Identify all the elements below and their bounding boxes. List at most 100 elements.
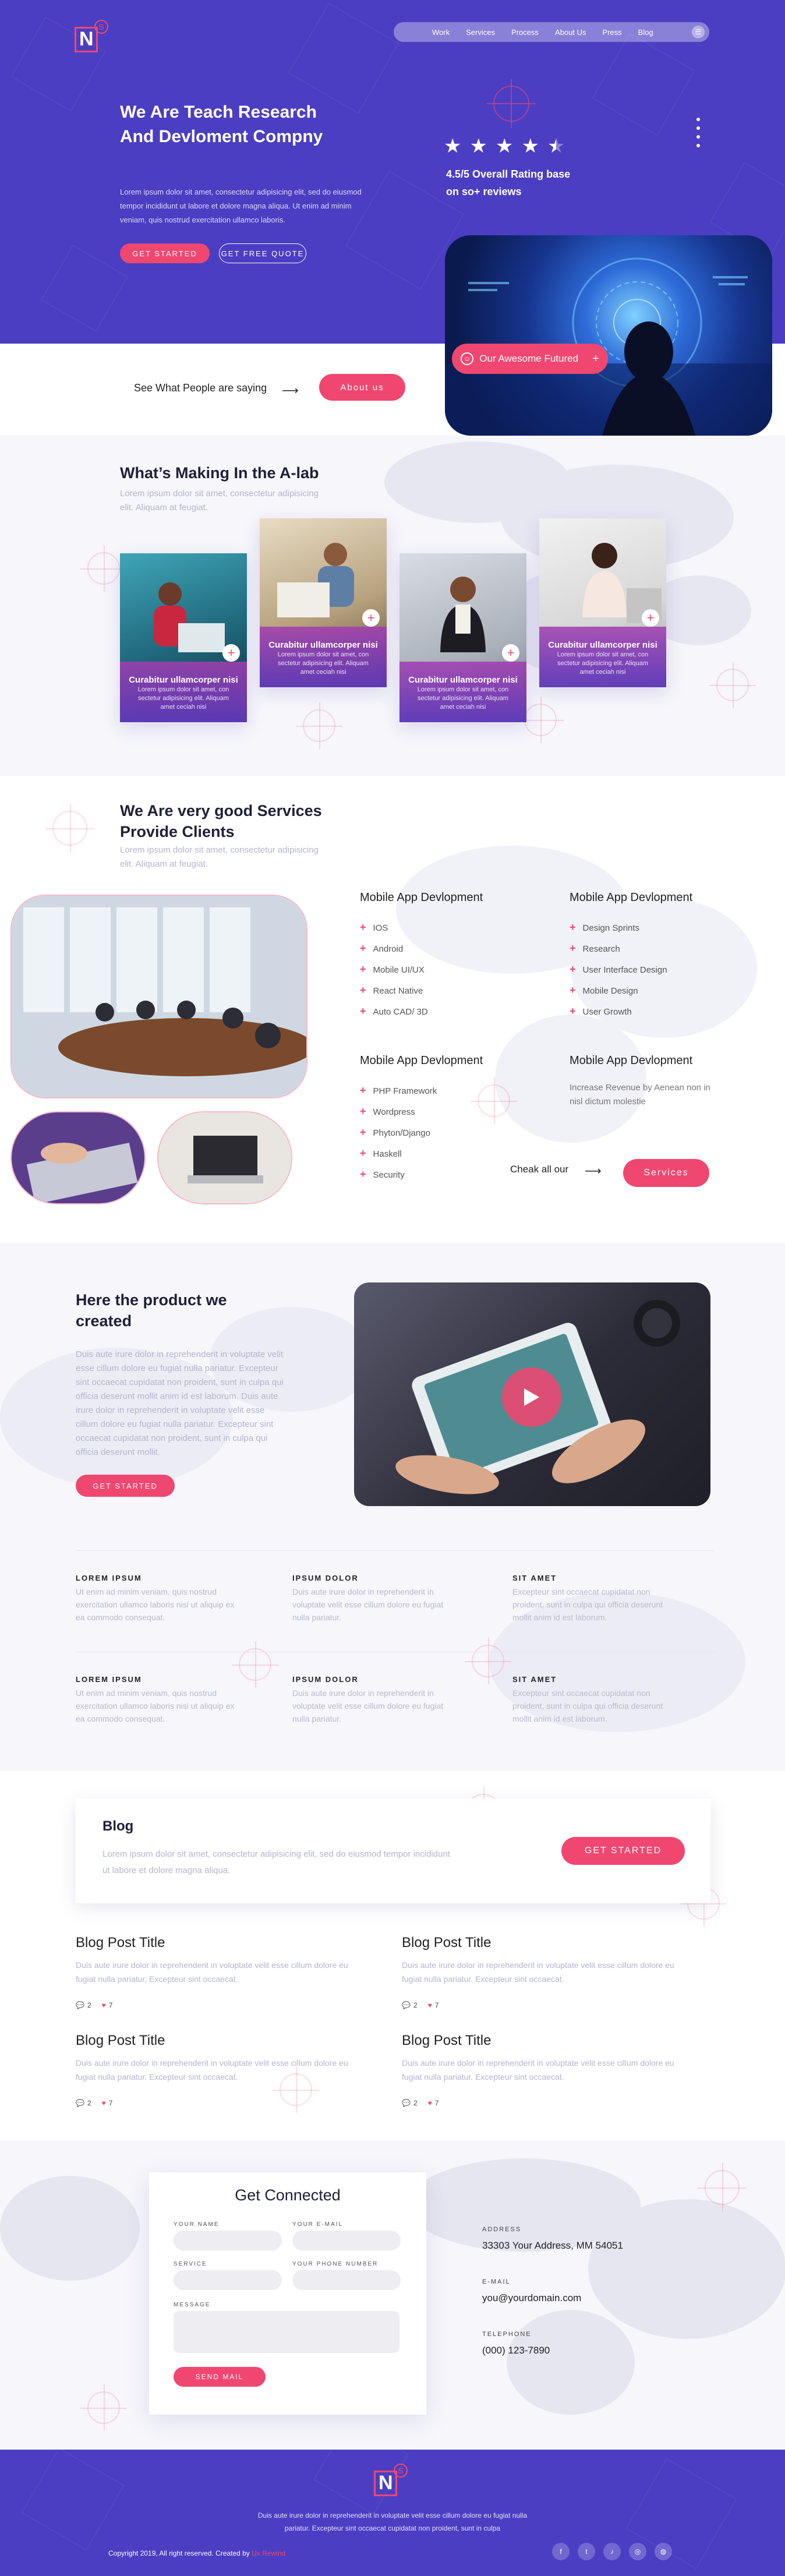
play-icon[interactable] xyxy=(502,1367,561,1427)
card-description: Lorem ipsum dolor sit amet, con sectetur… xyxy=(557,651,649,676)
name-field[interactable] xyxy=(174,2231,282,2250)
plus-icon: + xyxy=(360,1147,366,1159)
blog-post-title[interactable]: Blog Post Title xyxy=(402,1935,491,1951)
feature-label: LOREM IPSUM xyxy=(76,1574,142,1582)
blog-post-title[interactable]: Blog Post Title xyxy=(402,2033,491,2049)
plus-icon: + xyxy=(360,1105,366,1117)
comment-icon: 💬 xyxy=(402,2001,411,2009)
service-column-title: Mobile App Devlopment xyxy=(570,1054,693,1067)
crosshair-decoration xyxy=(465,1638,511,1684)
nav-link-work[interactable]: Work xyxy=(432,28,450,37)
main-nav: Work Services Process About Us Press Blo… xyxy=(394,22,709,42)
plus-icon: + xyxy=(570,921,576,933)
get-started-button[interactable]: Get Started xyxy=(561,1837,685,1865)
lab-card[interactable]: + Curabitur ullamcorper nisi Lorem ipsum… xyxy=(260,518,387,687)
instagram-icon[interactable]: ◎ xyxy=(629,2543,646,2560)
nav-link-process[interactable]: Process xyxy=(511,28,539,37)
phone-field[interactable] xyxy=(292,2270,401,2290)
service-item: + Mobile Design xyxy=(570,984,638,996)
lab-card[interactable]: + Curabitur ullamcorper nisi Lorem ipsum… xyxy=(539,518,666,687)
star-icon: ★ xyxy=(469,135,487,157)
message-field[interactable] xyxy=(174,2311,399,2353)
arrow-right-icon: ⟶ xyxy=(282,384,299,397)
plus-icon[interactable]: + xyxy=(222,644,240,662)
nav-link-blog[interactable]: Blog xyxy=(638,28,653,37)
email-value[interactable]: you@yourdomain.com xyxy=(482,2292,581,2304)
phone-value[interactable]: (000) 123-7890 xyxy=(482,2345,550,2356)
dribbble-icon[interactable]: ◍ xyxy=(655,2543,672,2560)
lab-card[interactable]: + Curabitur ullamcorper nisi Lorem ipsum… xyxy=(399,553,526,722)
slider-dots[interactable] xyxy=(696,118,700,147)
plus-icon[interactable]: + xyxy=(642,609,659,627)
hex-decoration xyxy=(592,33,695,136)
laptop-typing-image xyxy=(10,1111,146,1204)
blog-post-title[interactable]: Blog Post Title xyxy=(76,1935,165,1951)
phone-label: TELEPHONE xyxy=(482,2331,532,2338)
get-free-quote-button[interactable]: Get Free Quote xyxy=(219,243,306,263)
blog-post-description: Duis aute irure dolor in reprehenderit i… xyxy=(76,2058,348,2082)
copyright-text: Copyright 2019, All right reserved. Crea… xyxy=(108,2549,250,2557)
star-icon: ★ xyxy=(521,135,539,157)
feature-text: Ut enim ad minim veniam, quis nostrud ex… xyxy=(76,1587,235,1622)
contact-title: Get Connected xyxy=(235,2186,341,2204)
card-title: Curabitur ullamcorper nisi xyxy=(268,640,378,650)
plus-icon: + xyxy=(360,1126,366,1138)
feature-label: IPSUM DOLOR xyxy=(292,1574,359,1582)
nav-link-about-us[interactable]: About Us xyxy=(555,28,586,37)
crosshair-decoration xyxy=(483,76,539,132)
heart-icon: ♥ xyxy=(101,2001,106,2009)
plus-icon[interactable]: + xyxy=(502,644,519,662)
services-title: We Are very good Services Provide Client… xyxy=(120,802,322,840)
field-label: SERVICE xyxy=(174,2261,207,2267)
service-column-title: Mobile App Devlopment xyxy=(570,891,693,904)
service-item: + Security xyxy=(360,1168,405,1180)
plus-icon: + xyxy=(570,963,576,975)
creator-link[interactable]: Ux Rewind xyxy=(252,2549,285,2557)
blog-post-description: Duis aute irure dolor in reprehenderit i… xyxy=(402,2058,674,2082)
nav-link-services[interactable]: Services xyxy=(466,28,495,37)
get-started-button[interactable]: Get Started xyxy=(76,1475,175,1497)
services-button[interactable]: Services xyxy=(623,1159,709,1187)
our-awesome-futured-button[interactable]: ☺ Our Awesome Futured + xyxy=(452,344,608,374)
send-mail-button[interactable]: Send Mail xyxy=(174,2367,266,2387)
feature-label: SIT AMET xyxy=(512,1574,557,1582)
twitter-icon[interactable]: t xyxy=(578,2543,595,2560)
plus-icon: + xyxy=(360,984,366,996)
logo[interactable]: N S xyxy=(75,20,112,57)
crosshair-decoration xyxy=(80,545,127,592)
plus-icon[interactable]: + xyxy=(362,609,380,627)
service-field[interactable] xyxy=(174,2270,282,2290)
footer-description: Duis aute irure dolor in reprehenderit i… xyxy=(257,2511,528,2532)
futured-label: Our Awesome Futured xyxy=(479,353,579,364)
card-description: Lorem ipsum dolor sit amet, con sectetur… xyxy=(137,686,229,711)
service-item: + Phyton/Django xyxy=(360,1126,430,1138)
menu-icon[interactable]: ☰ xyxy=(692,26,705,38)
logo-badge: S xyxy=(94,20,108,34)
feature-text: Duis aute irure dolor in reprehenderit i… xyxy=(292,1587,444,1622)
plus-icon: + xyxy=(360,1005,366,1017)
feature-text: Duis aute irure dolor in reprehenderit i… xyxy=(292,1688,444,1723)
plus-icon: + xyxy=(570,984,576,996)
field-label: YOUR NAME xyxy=(174,2221,220,2228)
blog-post-title[interactable]: Blog Post Title xyxy=(76,2033,165,2049)
comment-count: 💬 2 xyxy=(76,2099,91,2107)
lab-description: Lorem ipsum dolor sit amet, consectetur … xyxy=(120,489,319,513)
blog-post-description: Duis aute irure dolor in reprehenderit i… xyxy=(76,1960,348,1984)
lab-card[interactable]: + Curabitur ullamcorper nisi Lorem ipsum… xyxy=(120,553,247,722)
card-description: Lorem ipsum dolor sit amet, con sectetur… xyxy=(277,651,369,676)
product-description: Duis aute irure dolor in reprehenderit i… xyxy=(76,1349,284,1457)
facebook-icon[interactable]: f xyxy=(552,2543,570,2560)
plus-icon: + xyxy=(360,942,366,954)
tiktok-icon[interactable]: ♪ xyxy=(603,2543,621,2560)
plus-icon: + xyxy=(360,1084,366,1096)
blog-title: Blog xyxy=(102,1818,134,1834)
about-us-button[interactable]: About us xyxy=(319,374,405,401)
nav-link-press[interactable]: Press xyxy=(602,28,621,37)
hex-decoration xyxy=(40,244,129,333)
get-started-button[interactable]: Get Started xyxy=(120,243,210,263)
address-label: ADDRESS xyxy=(482,2226,522,2233)
services-description: Lorem ipsum dolor sit amet, consectetur … xyxy=(120,845,319,869)
email-field[interactable] xyxy=(292,2231,401,2250)
heart-icon: ♥ xyxy=(427,2001,432,2009)
footer-logo[interactable]: N S xyxy=(374,2464,411,2499)
